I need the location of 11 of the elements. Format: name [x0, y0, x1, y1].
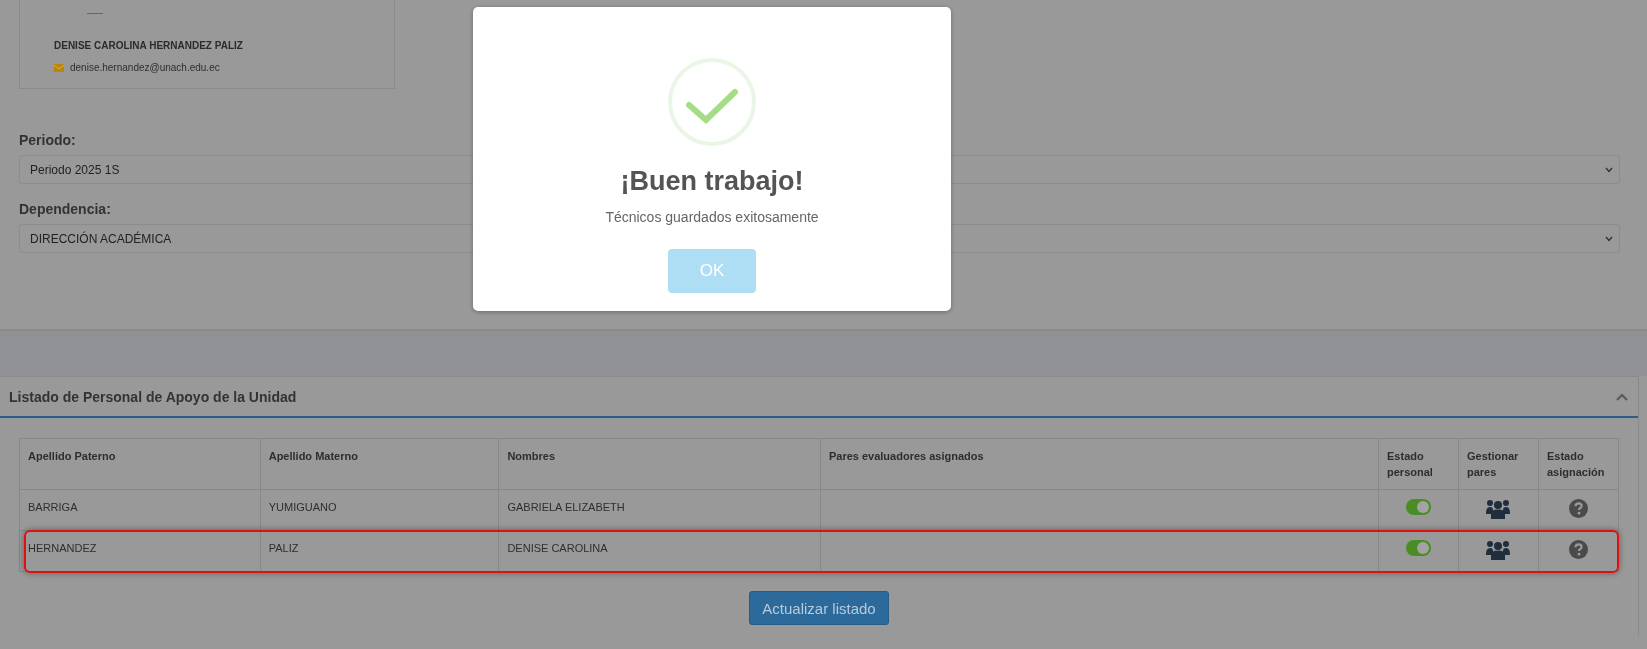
dialog-message: Técnicos guardados exitosamente	[605, 209, 819, 225]
field-label: Periodo:	[19, 132, 76, 148]
checkmark-icon	[668, 58, 756, 146]
chevron-down-icon	[1605, 235, 1613, 242]
email-text: denise.hernandez@unach.edu.ec	[70, 62, 220, 73]
panel-title: Listado de Personal de Apoyo de la Unidad	[9, 388, 297, 405]
dialog-title: ¡Buen trabajo!	[620, 166, 804, 197]
field-label: Dependencia:	[19, 201, 111, 217]
chevron-down-icon	[1605, 166, 1613, 173]
user-name: DENISE CAROLINA HERNANDEZ PALIZ	[54, 40, 243, 51]
envelope-icon	[54, 63, 64, 72]
